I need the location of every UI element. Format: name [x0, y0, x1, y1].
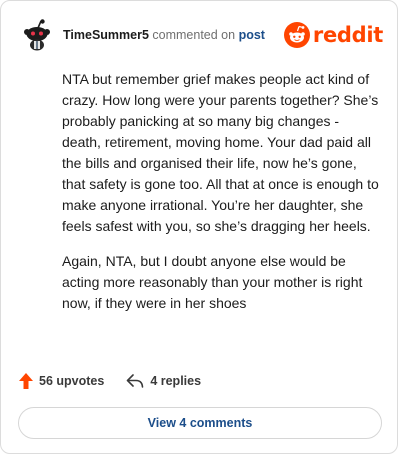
comment-body: NTA but remember grief makes people act … — [62, 69, 380, 328]
reply-count: 4 replies — [150, 374, 202, 388]
commented-on-text: commented on — [152, 28, 236, 42]
view-comments-button[interactable]: View 4 comments — [18, 407, 382, 439]
username-link[interactable]: TimeSummer5 — [63, 28, 149, 42]
comment-paragraph: NTA but remember grief makes people act … — [62, 71, 379, 234]
upvote-count: 56 upvotes — [39, 374, 105, 388]
comment-header: TimeSummer5 commented on post reddit — [19, 15, 383, 55]
comment-meta: TimeSummer5 commented on post — [63, 28, 265, 42]
reply-button[interactable]: 4 replies — [126, 374, 201, 388]
user-avatar[interactable] — [19, 17, 55, 53]
comment-actions: 56 upvotes 4 replies — [19, 373, 201, 389]
snoo-avatar-icon — [24, 19, 50, 51]
upvote-arrow-icon — [19, 373, 33, 389]
comment-card: TimeSummer5 commented on post reddit NTA… — [0, 0, 398, 454]
upvote-button[interactable]: 56 upvotes — [19, 373, 104, 389]
comment-paragraph: Again, NTA, but I doubt anyone else woul… — [62, 253, 363, 311]
reddit-logo-icon — [283, 22, 310, 48]
reddit-wordmark: reddit — [312, 23, 383, 47]
post-link[interactable]: post — [239, 28, 265, 42]
reddit-brand[interactable]: reddit — [283, 22, 383, 48]
reply-arrow-icon — [127, 374, 144, 388]
